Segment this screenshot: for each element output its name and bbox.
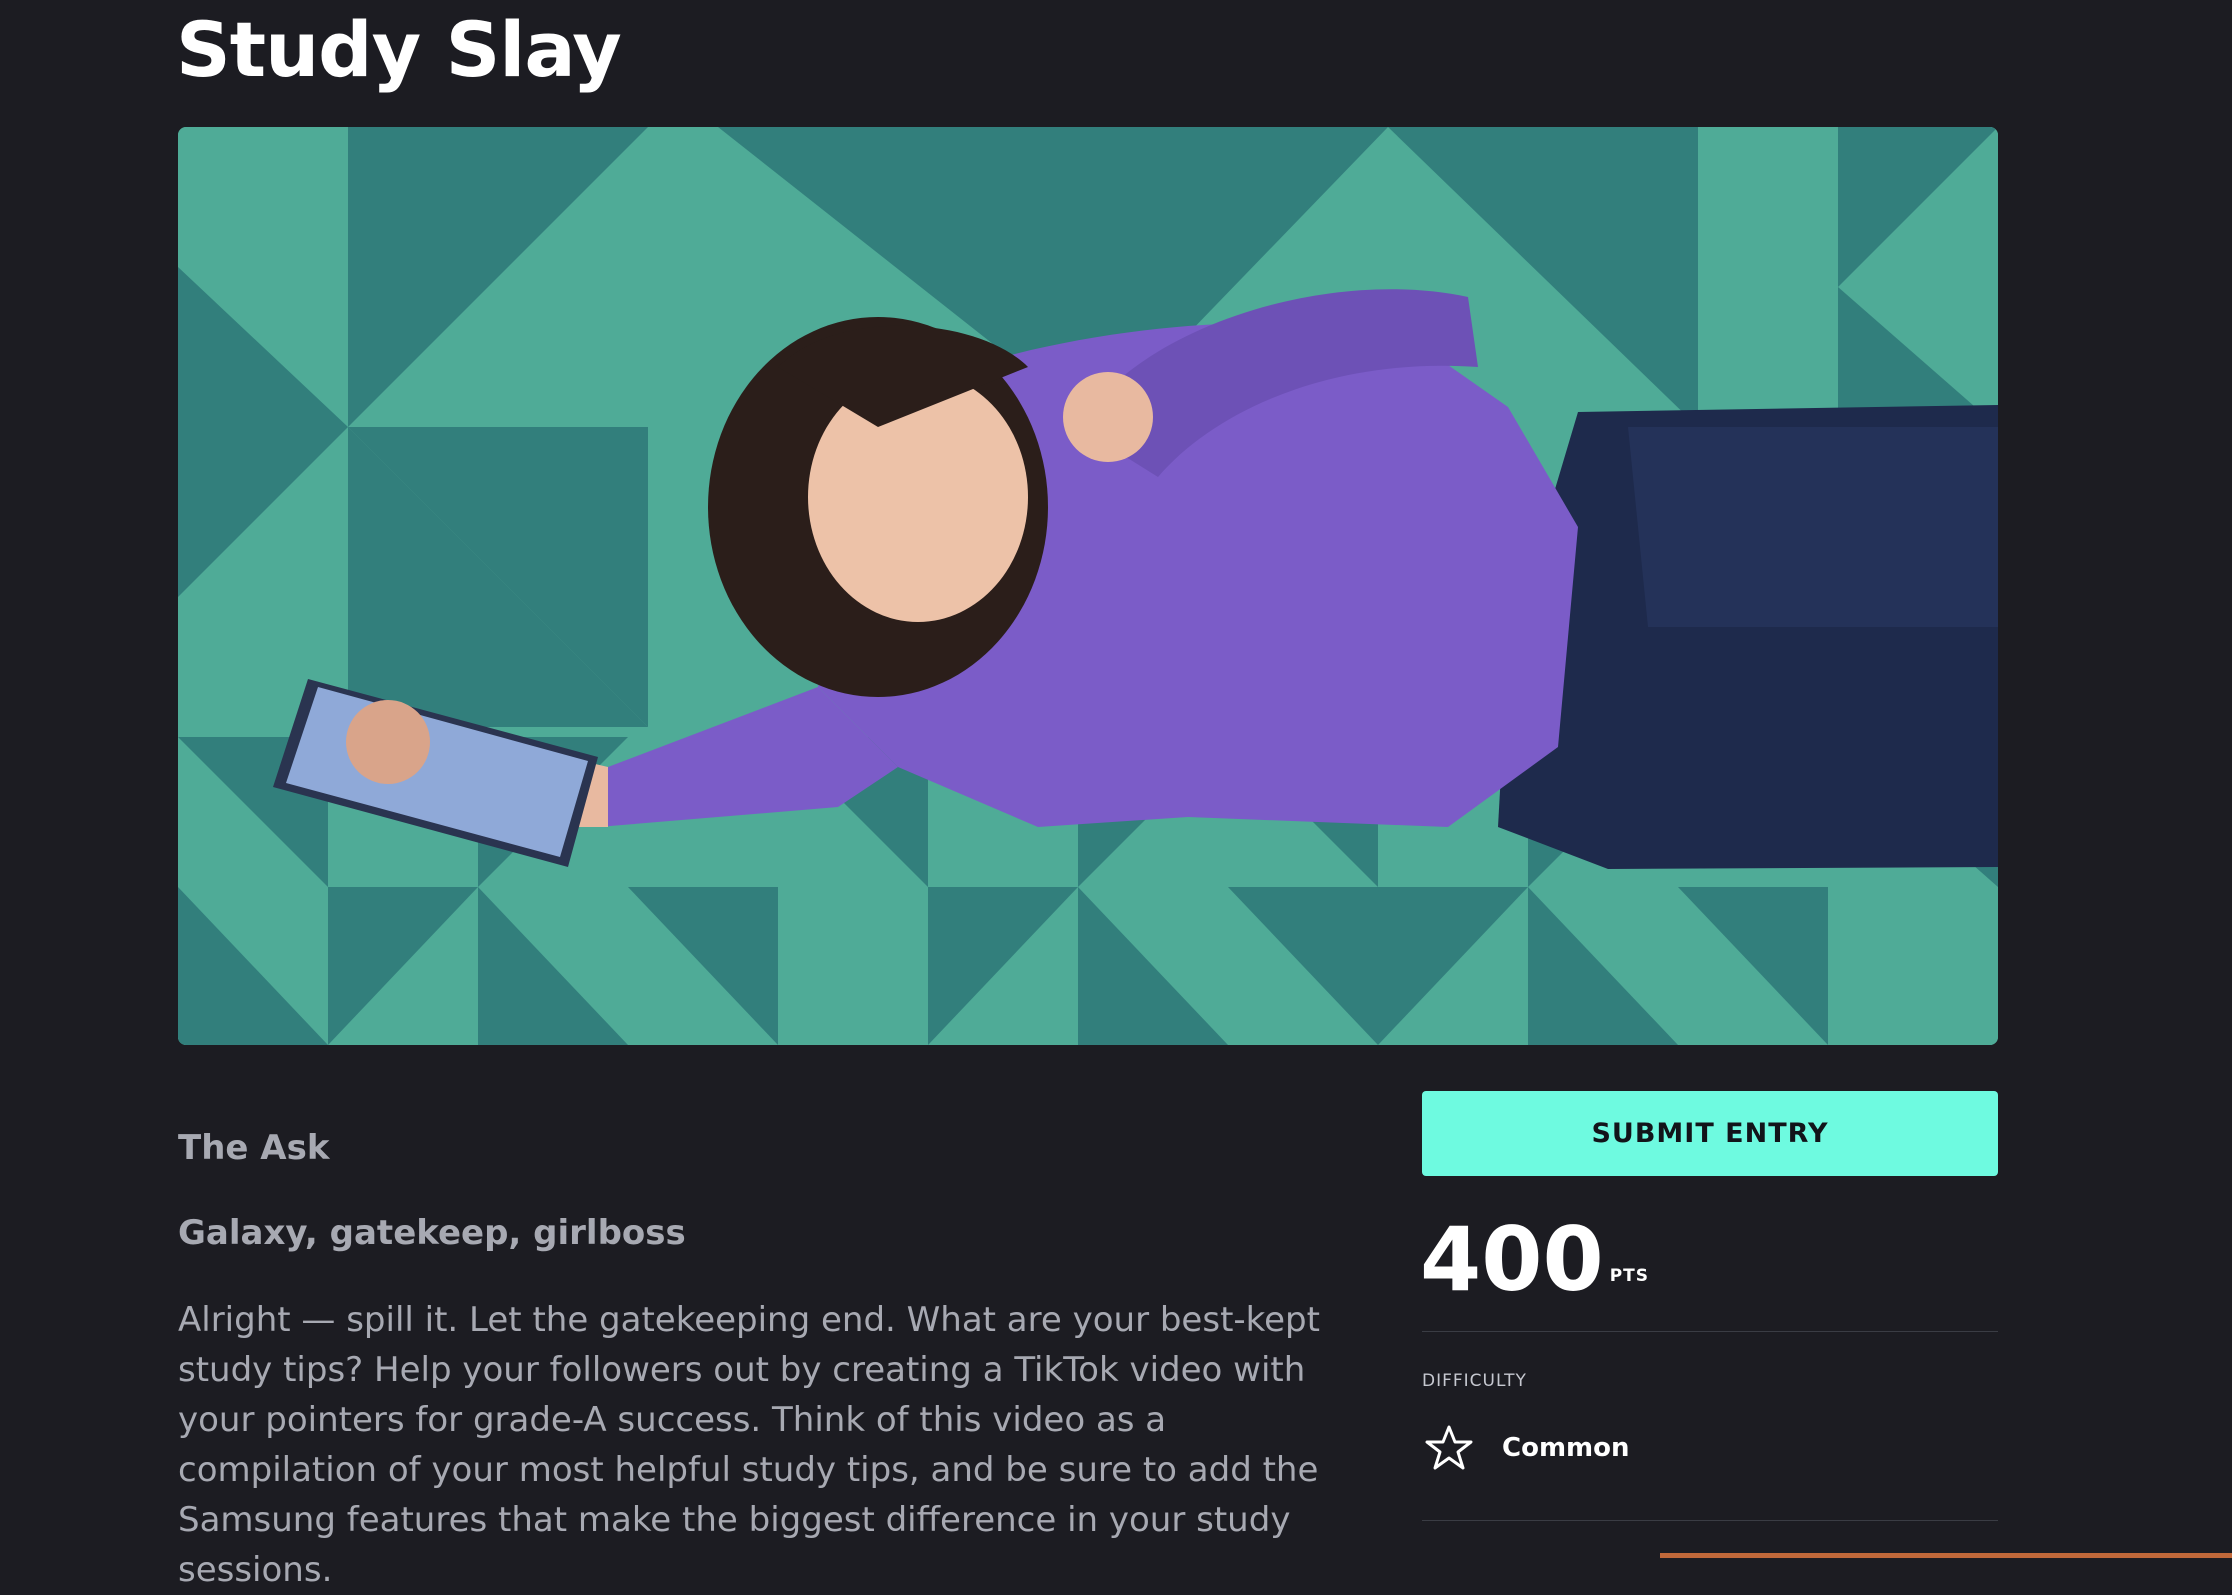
star-icon — [1424, 1423, 1474, 1473]
bottom-accent-bar — [1660, 1553, 2232, 1558]
challenge-hero-image — [178, 127, 1998, 1045]
submit-entry-button[interactable]: SUBMIT ENTRY — [1422, 1091, 1998, 1176]
page-title: Study Slay — [176, 5, 622, 94]
points-value: 400 — [1420, 1208, 1604, 1311]
divider — [1422, 1331, 1998, 1332]
section-heading-the-ask: The Ask — [178, 1128, 330, 1168]
difficulty-value: Common — [1502, 1433, 1630, 1463]
divider — [1422, 1520, 1998, 1521]
difficulty-row: Common — [1424, 1423, 1630, 1473]
points-display: 400 PTS — [1420, 1210, 1649, 1310]
challenge-subheading: Galaxy, gatekeep, girlboss — [178, 1213, 686, 1253]
challenge-description: Alright — spill it. Let the gatekeeping … — [178, 1300, 1320, 1590]
points-unit: PTS — [1609, 1266, 1650, 1286]
difficulty-label: DIFFICULTY — [1422, 1371, 1527, 1391]
